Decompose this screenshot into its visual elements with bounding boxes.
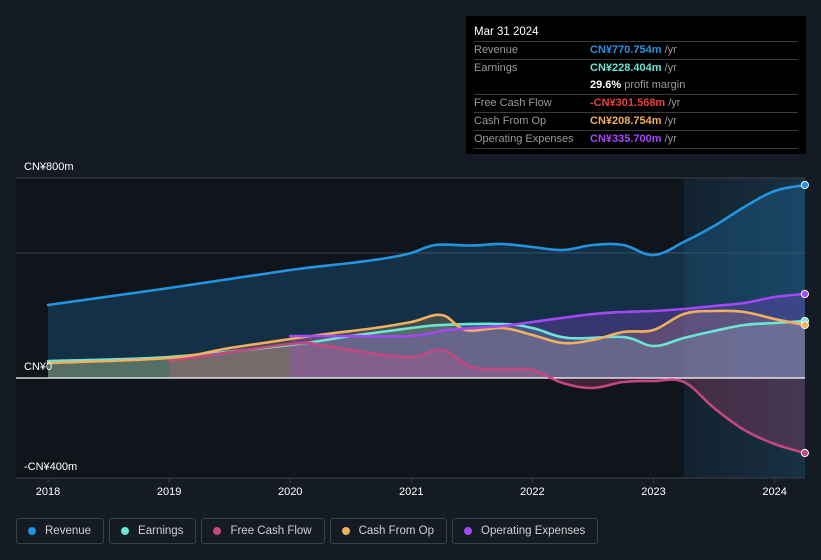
tooltip-label: Free Cash Flow [474, 97, 552, 109]
legend-dot-icon [213, 527, 222, 535]
tooltip-date: Mar 31 2024 [474, 24, 798, 42]
tooltip-value: CN¥335.700m [590, 133, 662, 145]
free-cash-flow-endpoint[interactable] [800, 448, 809, 458]
tooltip-unit: /yr [668, 97, 681, 109]
tooltip-value: CN¥228.404m [590, 62, 662, 74]
revenue-endpoint[interactable] [800, 180, 809, 190]
tooltip-row: Operating Expenses CN¥335.700m/yr [474, 131, 798, 149]
tooltip-value: 29.6% [590, 79, 622, 91]
tooltip-row: Cash From Op CN¥208.754m/yr [474, 113, 798, 131]
tooltip-label: Operating Expenses [474, 133, 574, 145]
legend-item-cash-from-op[interactable]: Cash From Op [329, 518, 448, 544]
y-axis-label: CN¥800m [24, 161, 74, 173]
tooltip-row: Free Cash Flow -CN¥301.568m/yr [474, 95, 798, 113]
legend-dot-icon [121, 527, 130, 535]
legend-item-earnings[interactable]: Earnings [109, 518, 197, 544]
tooltip-unit: /yr [664, 44, 677, 56]
legend-label: Cash From Op [358, 525, 435, 537]
legend-label: Earnings [138, 525, 184, 537]
tooltip-row: Earnings CN¥228.404m/yr [474, 60, 798, 77]
tooltip-label [474, 77, 590, 94]
tooltip-value: -CN¥301.568m [590, 97, 666, 109]
tooltip-row: Revenue CN¥770.754m/yr [474, 42, 798, 60]
y-axis-label: CN¥0 [24, 361, 52, 373]
tooltip-label: Revenue [474, 44, 519, 56]
x-tick-label: 2018 [36, 486, 60, 498]
tooltip-row: 29.6% profit margin [474, 77, 798, 95]
x-tick-label: 2024 [762, 486, 786, 498]
legend-dot-icon [341, 527, 350, 535]
x-tick-label: 2021 [399, 486, 423, 498]
tooltip-value: CN¥208.754m [590, 115, 662, 127]
tooltip-unit: /yr [664, 62, 677, 74]
tooltip-unit: profit margin [624, 79, 686, 91]
tooltip-label: Cash From Op [474, 115, 547, 127]
legend-dot-icon [464, 527, 473, 535]
operating-expenses-endpoint[interactable] [800, 289, 809, 299]
x-tick-label: 2023 [641, 486, 665, 498]
legend-item-operating-expenses[interactable]: Operating Expenses [452, 518, 599, 544]
legend: Revenue Earnings Free Cash Flow Cash From O… [16, 518, 599, 544]
legend-label: Operating Expenses [481, 525, 586, 537]
tooltip: Mar 31 2024 Revenue CN¥770.754m/yr Earning… [466, 16, 806, 154]
x-tick-label: 2019 [157, 486, 181, 498]
legend-label: Revenue [45, 525, 92, 537]
cash-from-op-endpoint[interactable] [800, 320, 809, 330]
tooltip-unit: /yr [664, 115, 677, 127]
tooltip-label: Earnings [474, 62, 518, 74]
legend-dot-icon [28, 527, 36, 535]
legend-label: Free Cash Flow [230, 525, 312, 537]
legend-item-revenue[interactable]: Revenue [16, 518, 105, 544]
legend-item-free-cash-flow[interactable]: Free Cash Flow [201, 518, 325, 544]
x-tick-label: 2022 [520, 486, 544, 498]
y-axis-label: -CN¥400m [24, 461, 77, 473]
tooltip-value: CN¥770.754m [590, 44, 662, 56]
tooltip-unit: /yr [664, 133, 677, 145]
x-tick-label: 2020 [278, 486, 302, 498]
